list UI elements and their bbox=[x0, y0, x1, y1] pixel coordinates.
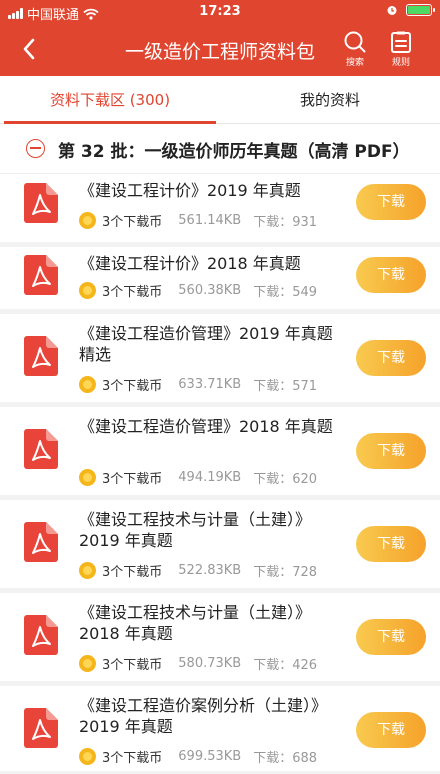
download-button[interactable]: 下载 bbox=[356, 184, 426, 220]
item-size: 699.53KB bbox=[178, 749, 242, 764]
chevron-left-icon bbox=[23, 38, 35, 60]
rules-button[interactable]: 规则 bbox=[384, 29, 418, 68]
tab-my-materials[interactable]: 我的资料 bbox=[220, 76, 440, 124]
back-button[interactable] bbox=[14, 34, 44, 64]
item-size: 633.71KB bbox=[178, 377, 242, 392]
item-cost: 3个下载币 bbox=[102, 215, 163, 230]
download-button[interactable]: 下载 bbox=[356, 712, 426, 748]
pdf-icon bbox=[24, 522, 58, 562]
list-item[interactable]: 《建设工程造价管理》2019 年真题精选 3个下载币 633.71KB 下载：5… bbox=[0, 314, 440, 407]
batch-header[interactable]: 第 32 批：一级造价师历年真题（高清 PDF） bbox=[0, 124, 440, 174]
battery-icon bbox=[406, 4, 435, 16]
download-button[interactable]: 下载 bbox=[356, 340, 426, 376]
item-title: 《建设工程造价管理》2019 年真题精选 bbox=[79, 324, 333, 364]
coin-icon bbox=[79, 282, 96, 299]
search-label: 搜索 bbox=[345, 58, 364, 68]
item-cost: 3个下载币 bbox=[102, 751, 163, 766]
item-meta: 3个下载币 522.83KB 下载：728 bbox=[79, 561, 317, 580]
item-size: 560.38KB bbox=[178, 283, 242, 298]
status-time: 17:23 bbox=[199, 4, 241, 19]
item-cost: 3个下载币 bbox=[102, 285, 163, 300]
pdf-icon bbox=[24, 429, 58, 469]
list-item[interactable]: 《建设工程计价》2019 年真题 3个下载币 561.14KB 下载：931 下… bbox=[0, 174, 440, 247]
coin-icon bbox=[79, 469, 96, 486]
item-size: 522.83KB bbox=[178, 563, 242, 578]
tab-download-area[interactable]: 资料下载区 (300) bbox=[0, 76, 220, 124]
coin-icon bbox=[79, 748, 96, 765]
search-button[interactable]: 搜索 bbox=[338, 29, 372, 68]
page-title: 一级造价工程师资料包 bbox=[124, 41, 315, 63]
item-downloads: 下载：549 bbox=[253, 285, 318, 300]
item-downloads: 下载：728 bbox=[253, 565, 318, 580]
item-cost: 3个下载币 bbox=[102, 658, 163, 673]
rules-label: 规则 bbox=[391, 58, 410, 68]
list-item[interactable]: 《建设工程造价案例分析（土建）》2019 年真题 3个下载币 699.53KB … bbox=[0, 686, 440, 774]
item-title: 《建设工程计价》2018 年真题 bbox=[79, 254, 301, 273]
download-button[interactable]: 下载 bbox=[356, 433, 426, 469]
pdf-icon bbox=[24, 336, 58, 376]
download-button[interactable]: 下载 bbox=[356, 619, 426, 655]
list-item[interactable]: 《建设工程技术与计量（土建）》2018 年真题 3个下载币 580.73KB 下… bbox=[0, 593, 440, 686]
alarm-icon bbox=[387, 6, 397, 15]
app-header: 中国联通 17:23 一级造价工程师资料包 搜索 规则 bbox=[0, 0, 440, 76]
nav-bar: 一级造价工程师资料包 搜索 规则 bbox=[0, 24, 440, 76]
item-cost: 3个下载币 bbox=[102, 472, 163, 487]
item-cost: 3个下载币 bbox=[102, 379, 163, 394]
item-downloads: 下载：931 bbox=[253, 215, 318, 230]
file-list: 《建设工程计价》2019 年真题 3个下载币 561.14KB 下载：931 下… bbox=[0, 174, 440, 774]
item-meta: 3个下载币 633.71KB 下载：571 bbox=[79, 375, 317, 394]
item-title: 《建设工程技术与计量（土建）》2018 年真题 bbox=[79, 603, 312, 643]
item-meta: 3个下载币 560.38KB 下载：549 bbox=[79, 281, 317, 300]
batch-title: 第 32 批：一级造价师历年真题（高清 PDF） bbox=[58, 142, 410, 162]
status-right bbox=[386, 4, 435, 16]
item-meta: 3个下载币 580.73KB 下载：426 bbox=[79, 654, 317, 673]
item-meta: 3个下载币 561.14KB 下载：931 bbox=[79, 211, 317, 230]
item-cost: 3个下载币 bbox=[102, 565, 163, 580]
item-size: 494.19KB bbox=[178, 470, 242, 485]
pdf-icon bbox=[24, 183, 58, 223]
clipboard-icon bbox=[391, 31, 411, 53]
coin-icon bbox=[79, 212, 96, 229]
collapse-icon[interactable] bbox=[26, 139, 45, 158]
item-downloads: 下载：426 bbox=[253, 658, 318, 673]
item-size: 561.14KB bbox=[178, 213, 242, 228]
item-meta: 3个下载币 494.19KB 下载：620 bbox=[79, 468, 317, 487]
item-downloads: 下载：688 bbox=[253, 751, 318, 766]
coin-icon bbox=[79, 562, 96, 579]
item-title: 《建设工程造价管理》2018 年真题 bbox=[79, 417, 333, 436]
pdf-icon bbox=[24, 255, 58, 295]
pdf-icon bbox=[24, 615, 58, 655]
search-icon bbox=[344, 31, 366, 53]
item-downloads: 下载：571 bbox=[253, 379, 318, 394]
item-size: 580.73KB bbox=[178, 656, 242, 671]
pdf-icon bbox=[24, 708, 58, 748]
download-button[interactable]: 下载 bbox=[356, 526, 426, 562]
download-button[interactable]: 下载 bbox=[356, 257, 426, 293]
coin-icon bbox=[79, 376, 96, 393]
status-bar: 中国联通 17:23 bbox=[0, 0, 440, 24]
list-item[interactable]: 《建设工程造价管理》2018 年真题 3个下载币 494.19KB 下载：620… bbox=[0, 407, 440, 500]
item-title: 《建设工程造价案例分析（土建）》2019 年真题 bbox=[79, 696, 328, 736]
coin-icon bbox=[79, 655, 96, 672]
item-downloads: 下载：620 bbox=[253, 472, 318, 487]
item-title: 《建设工程技术与计量（土建）》2019 年真题 bbox=[79, 510, 312, 550]
item-title: 《建设工程计价》2019 年真题 bbox=[79, 181, 301, 200]
list-item[interactable]: 《建设工程计价》2018 年真题 3个下载币 560.38KB 下载：549 下… bbox=[0, 247, 440, 314]
item-meta: 3个下载币 699.53KB 下载：688 bbox=[79, 747, 317, 766]
tab-bar: 资料下载区 (300) 我的资料 bbox=[0, 76, 440, 124]
list-item[interactable]: 《建设工程技术与计量（土建）》2019 年真题 3个下载币 522.83KB 下… bbox=[0, 500, 440, 593]
